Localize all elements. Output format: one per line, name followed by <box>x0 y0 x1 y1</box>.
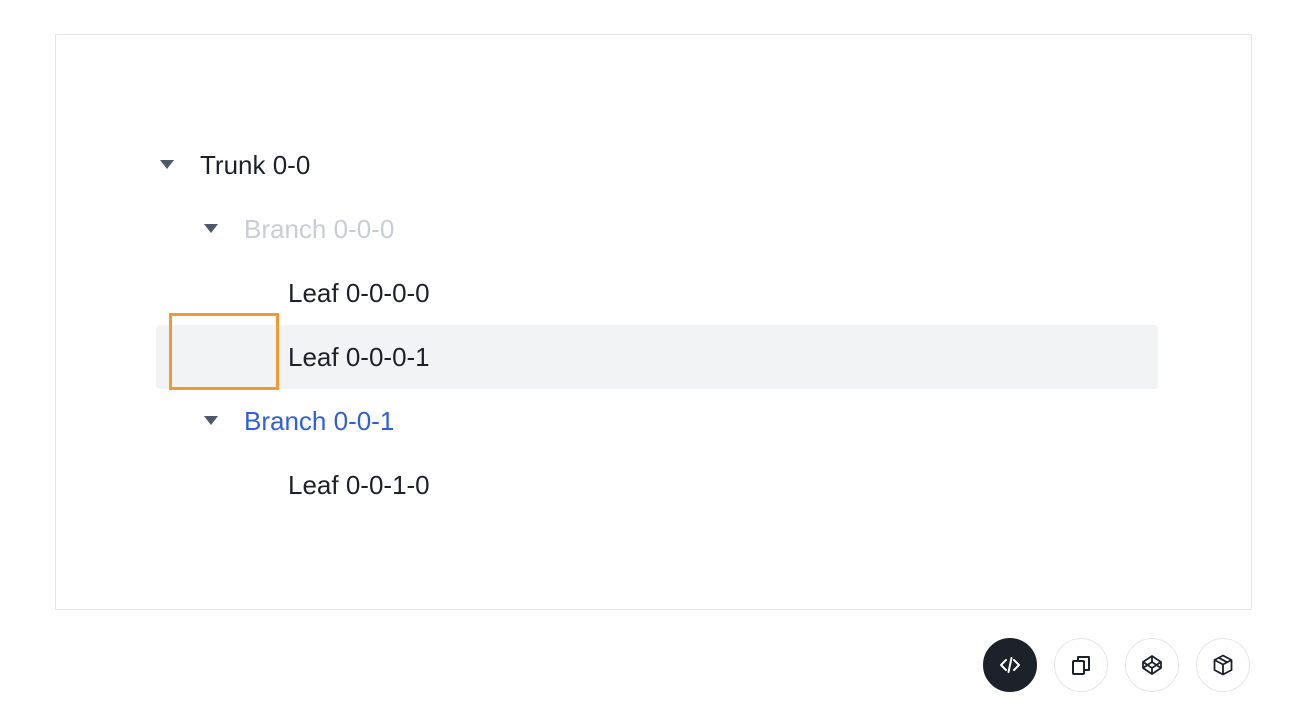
codesandbox-icon[interactable] <box>1196 638 1250 692</box>
demo-toolbar <box>983 638 1250 692</box>
tree: Trunk 0-0 Branch 0-0-0 Leaf 0-0-0-0 Leaf… <box>156 133 1158 517</box>
demo-container: Trunk 0-0 Branch 0-0-0 Leaf 0-0-0-0 Leaf… <box>55 34 1252 610</box>
tree-node-leaf-0-0-0-0[interactable]: Leaf 0-0-0-0 <box>156 261 1158 325</box>
tree-node-branch-0-0-0[interactable]: Branch 0-0-0 <box>156 197 1158 261</box>
tree-node-leaf-0-0-1-0[interactable]: Leaf 0-0-1-0 <box>156 453 1158 517</box>
tree-node-title: Leaf 0-0-1-0 <box>288 469 430 500</box>
copy-icon[interactable] <box>1054 638 1108 692</box>
tree-node-branch-0-0-1[interactable]: Branch 0-0-1 <box>156 389 1158 453</box>
code-icon[interactable] <box>983 638 1037 692</box>
tree-node-title: Trunk 0-0 <box>200 149 311 180</box>
tree-node-title: Branch 0-0-0 <box>244 213 395 244</box>
tree-node-title: Leaf 0-0-0-0 <box>288 277 430 308</box>
caret-down-icon[interactable] <box>200 410 222 432</box>
tree-node-leaf-0-0-0-1[interactable]: Leaf 0-0-0-1 <box>156 325 1158 389</box>
tree-node-trunk[interactable]: Trunk 0-0 <box>156 133 1158 197</box>
caret-down-icon[interactable] <box>200 218 222 240</box>
caret-down-icon[interactable] <box>156 154 178 176</box>
codepen-icon[interactable] <box>1125 638 1179 692</box>
tree-node-title: Leaf 0-0-0-1 <box>288 341 430 372</box>
tree-node-title: Branch 0-0-1 <box>244 405 395 436</box>
